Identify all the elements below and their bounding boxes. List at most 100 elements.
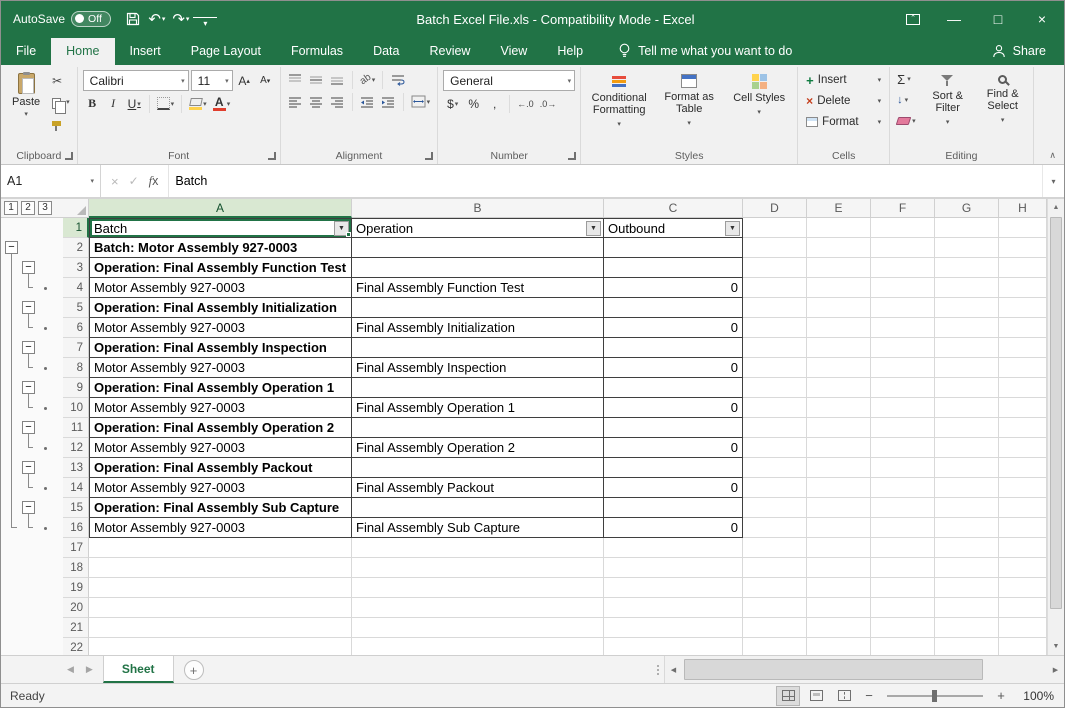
cell-D14[interactable]: [743, 478, 807, 498]
cell-F1[interactable]: [871, 218, 935, 238]
cell-D6[interactable]: [743, 318, 807, 338]
cell-D11[interactable]: [743, 418, 807, 438]
cell-D3[interactable]: [743, 258, 807, 278]
clear-button[interactable]: ▾: [895, 112, 918, 130]
cell-C6[interactable]: 0: [604, 318, 743, 338]
next-sheet-icon[interactable]: ▶: [86, 664, 93, 675]
cell-F15[interactable]: [871, 498, 935, 518]
italic-button[interactable]: I: [104, 94, 123, 113]
autosave-pill[interactable]: Off: [71, 11, 111, 27]
row-header-15[interactable]: 15: [63, 498, 89, 518]
minimize-button[interactable]: —: [932, 1, 976, 37]
cell-A13[interactable]: Operation: Final Assembly Packout: [89, 458, 352, 478]
cell-A4[interactable]: Motor Assembly 927-0003: [89, 278, 352, 298]
cell-G21[interactable]: [935, 618, 999, 638]
cell-D15[interactable]: [743, 498, 807, 518]
outline-collapse-button[interactable]: −: [22, 301, 35, 314]
cell-D22[interactable]: [743, 638, 807, 655]
row-header-3[interactable]: 3: [63, 258, 89, 278]
collapse-ribbon-button[interactable]: ∧: [1049, 150, 1056, 161]
outline-collapse-button[interactable]: −: [22, 461, 35, 474]
filter-dropdown-icon[interactable]: ▼: [586, 221, 601, 236]
cell-F3[interactable]: [871, 258, 935, 278]
cell-A14[interactable]: Motor Assembly 927-0003: [89, 478, 352, 498]
cell-G12[interactable]: [935, 438, 999, 458]
column-header-B[interactable]: B: [352, 199, 604, 218]
share-button[interactable]: Share: [974, 44, 1064, 65]
vertical-scroll-thumb[interactable]: [1050, 217, 1062, 609]
cell-C14[interactable]: 0: [604, 478, 743, 498]
cell-G5[interactable]: [935, 298, 999, 318]
tab-insert[interactable]: Insert: [115, 38, 176, 65]
cell-F2[interactable]: [871, 238, 935, 258]
row-header-1[interactable]: 1: [63, 218, 89, 238]
cell-G15[interactable]: [935, 498, 999, 518]
cell-D20[interactable]: [743, 598, 807, 618]
cell-B16[interactable]: Final Assembly Sub Capture: [352, 518, 604, 538]
comma-format-button[interactable]: ,: [485, 94, 504, 113]
cell-D4[interactable]: [743, 278, 807, 298]
cell-A20[interactable]: [89, 598, 352, 618]
cell-B2[interactable]: [352, 238, 604, 258]
cell-C9[interactable]: [604, 378, 743, 398]
column-header-C[interactable]: C: [604, 199, 743, 218]
cell-C18[interactable]: [604, 558, 743, 578]
cell-A7[interactable]: Operation: Final Assembly Inspection: [89, 338, 352, 358]
cell-D2[interactable]: [743, 238, 807, 258]
cell-G19[interactable]: [935, 578, 999, 598]
bold-button[interactable]: B: [83, 94, 102, 113]
format-cells-button[interactable]: Format▾: [803, 112, 884, 132]
vertical-scrollbar[interactable]: ▲ ▼: [1047, 199, 1064, 655]
row-header-19[interactable]: 19: [63, 578, 89, 598]
cell-B12[interactable]: Final Assembly Operation 2: [352, 438, 604, 458]
cell-E19[interactable]: [807, 578, 871, 598]
cell-D10[interactable]: [743, 398, 807, 418]
cell-E7[interactable]: [807, 338, 871, 358]
row-header-11[interactable]: 11: [63, 418, 89, 438]
cell-B20[interactable]: [352, 598, 604, 618]
font-dialog-launcher[interactable]: [268, 152, 276, 160]
currency-format-button[interactable]: $▾: [443, 94, 462, 113]
number-dialog-launcher[interactable]: [568, 152, 576, 160]
name-box[interactable]: A1▾: [1, 165, 101, 197]
autosave-toggle[interactable]: AutoSave Off: [1, 11, 121, 27]
cell-G17[interactable]: [935, 538, 999, 558]
cell-F7[interactable]: [871, 338, 935, 358]
outline-level-1-button[interactable]: 1: [4, 201, 18, 215]
cell-H6[interactable]: [999, 318, 1047, 338]
tab-file[interactable]: File: [1, 38, 51, 65]
align-top-button[interactable]: [286, 70, 305, 89]
row-header-5[interactable]: 5: [63, 298, 89, 318]
cell-F22[interactable]: [871, 638, 935, 655]
row-header-20[interactable]: 20: [63, 598, 89, 618]
cell-H12[interactable]: [999, 438, 1047, 458]
cell-H19[interactable]: [999, 578, 1047, 598]
cell-A19[interactable]: [89, 578, 352, 598]
delete-cells-button[interactable]: ×Delete▾: [803, 91, 884, 111]
number-format-select[interactable]: General▾: [443, 70, 575, 91]
cell-A21[interactable]: [89, 618, 352, 638]
row-header-18[interactable]: 18: [63, 558, 89, 578]
zoom-slider-thumb[interactable]: [932, 690, 937, 702]
cell-G6[interactable]: [935, 318, 999, 338]
redo-button[interactable]: ↷▾: [169, 6, 193, 32]
cell-E4[interactable]: [807, 278, 871, 298]
normal-view-button[interactable]: [776, 686, 800, 706]
cell-B19[interactable]: [352, 578, 604, 598]
tab-review[interactable]: Review: [414, 38, 485, 65]
tab-view[interactable]: View: [485, 38, 542, 65]
cell-E2[interactable]: [807, 238, 871, 258]
cell-C17[interactable]: [604, 538, 743, 558]
ribbon-display-options-button[interactable]: ⌃: [894, 1, 932, 37]
paste-button[interactable]: Paste ▾: [6, 70, 46, 147]
cell-E17[interactable]: [807, 538, 871, 558]
column-header-H[interactable]: H: [999, 199, 1047, 218]
alignment-dialog-launcher[interactable]: [425, 152, 433, 160]
cut-button[interactable]: ✂: [50, 72, 72, 90]
row-header-12[interactable]: 12: [63, 438, 89, 458]
new-sheet-button[interactable]: +: [184, 660, 204, 680]
insert-function-button[interactable]: fx: [149, 174, 159, 189]
cell-E10[interactable]: [807, 398, 871, 418]
cell-D16[interactable]: [743, 518, 807, 538]
cell-G22[interactable]: [935, 638, 999, 655]
